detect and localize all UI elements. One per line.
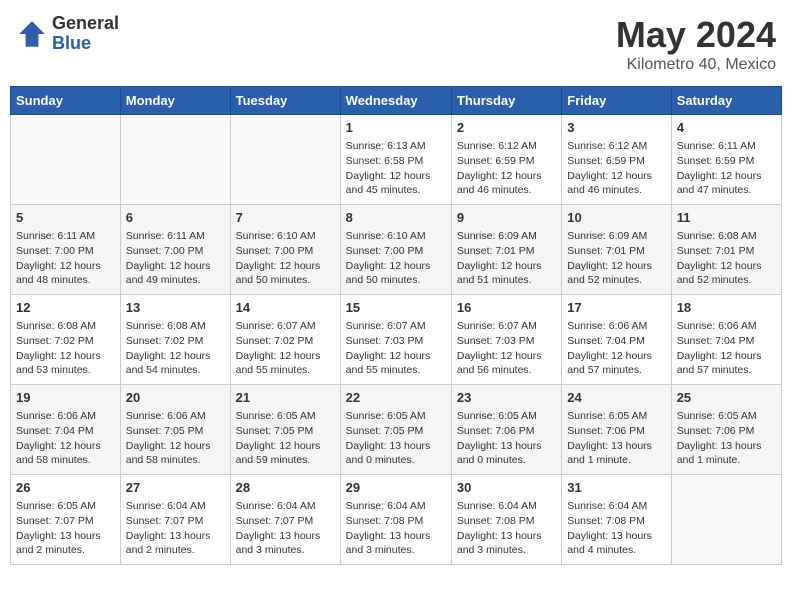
day-23: 23 Sunrise: 6:05 AMSunset: 7:06 PMDaylig…: [451, 385, 561, 475]
header-sunday: Sunday: [11, 87, 121, 115]
day-7: 7 Sunrise: 6:10 AMSunset: 7:00 PMDayligh…: [230, 205, 340, 295]
logo-general-text: General: [52, 14, 119, 34]
day-number-11: 11: [677, 209, 776, 227]
day-number-2: 2: [457, 119, 556, 137]
day-6: 6 Sunrise: 6:11 AMSunset: 7:00 PMDayligh…: [120, 205, 230, 295]
day-15: 15 Sunrise: 6:07 AMSunset: 7:03 PMDaylig…: [340, 295, 451, 385]
empty-cell: [230, 115, 340, 205]
day-1: 1 Sunrise: 6:13 AMSunset: 6:58 PMDayligh…: [340, 115, 451, 205]
day-9: 9 Sunrise: 6:09 AMSunset: 7:01 PMDayligh…: [451, 205, 561, 295]
calendar-row-1: 1 Sunrise: 6:13 AMSunset: 6:58 PMDayligh…: [11, 115, 782, 205]
header-thursday: Thursday: [451, 87, 561, 115]
day-number-31: 31: [567, 479, 665, 497]
calendar-row-5: 26 Sunrise: 6:05 AMSunset: 7:07 PMDaylig…: [11, 475, 782, 565]
day-number-17: 17: [567, 299, 665, 317]
day-27: 27 Sunrise: 6:04 AMSunset: 7:07 PMDaylig…: [120, 475, 230, 565]
day-8: 8 Sunrise: 6:10 AMSunset: 7:00 PMDayligh…: [340, 205, 451, 295]
logo-text: General Blue: [52, 14, 119, 54]
day-26: 26 Sunrise: 6:05 AMSunset: 7:07 PMDaylig…: [11, 475, 121, 565]
day-number-29: 29: [346, 479, 446, 497]
calendar-row-3: 12 Sunrise: 6:08 AMSunset: 7:02 PMDaylig…: [11, 295, 782, 385]
empty-cell: [120, 115, 230, 205]
day-number-10: 10: [567, 209, 665, 227]
day-number-13: 13: [126, 299, 225, 317]
day-3: 3 Sunrise: 6:12 AMSunset: 6:59 PMDayligh…: [562, 115, 671, 205]
day-29: 29 Sunrise: 6:04 AMSunset: 7:08 PMDaylig…: [340, 475, 451, 565]
day-number-25: 25: [677, 389, 776, 407]
weekday-header-row: Sunday Monday Tuesday Wednesday Thursday…: [11, 87, 782, 115]
day-20: 20 Sunrise: 6:06 AMSunset: 7:05 PMDaylig…: [120, 385, 230, 475]
day-number-19: 19: [16, 389, 115, 407]
day-31: 31 Sunrise: 6:04 AMSunset: 7:08 PMDaylig…: [562, 475, 671, 565]
title-block: May 2024 Kilometro 40, Mexico: [616, 14, 776, 74]
day-10: 10 Sunrise: 6:09 AMSunset: 7:01 PMDaylig…: [562, 205, 671, 295]
empty-cell: [11, 115, 121, 205]
day-11: 11 Sunrise: 6:08 AMSunset: 7:01 PMDaylig…: [671, 205, 781, 295]
day-21: 21 Sunrise: 6:05 AMSunset: 7:05 PMDaylig…: [230, 385, 340, 475]
logo-blue-text: Blue: [52, 34, 119, 54]
day-number-1: 1: [346, 119, 446, 137]
day-28: 28 Sunrise: 6:04 AMSunset: 7:07 PMDaylig…: [230, 475, 340, 565]
calendar-row-4: 19 Sunrise: 6:06 AMSunset: 7:04 PMDaylig…: [11, 385, 782, 475]
logo-icon: [16, 18, 48, 50]
day-number-8: 8: [346, 209, 446, 227]
day-number-23: 23: [457, 389, 556, 407]
header-friday: Friday: [562, 87, 671, 115]
day-number-21: 21: [236, 389, 335, 407]
day-number-6: 6: [126, 209, 225, 227]
header-monday: Monday: [120, 87, 230, 115]
day-13: 13 Sunrise: 6:08 AMSunset: 7:02 PMDaylig…: [120, 295, 230, 385]
day-24: 24 Sunrise: 6:05 AMSunset: 7:06 PMDaylig…: [562, 385, 671, 475]
day-number-15: 15: [346, 299, 446, 317]
day-number-30: 30: [457, 479, 556, 497]
logo: General Blue: [16, 14, 119, 54]
day-number-14: 14: [236, 299, 335, 317]
day-number-7: 7: [236, 209, 335, 227]
day-5: 5 Sunrise: 6:11 AMSunset: 7:00 PMDayligh…: [11, 205, 121, 295]
calendar-title: May 2024: [616, 14, 776, 56]
day-22: 22 Sunrise: 6:05 AMSunset: 7:05 PMDaylig…: [340, 385, 451, 475]
header-wednesday: Wednesday: [340, 87, 451, 115]
day-18: 18 Sunrise: 6:06 AMSunset: 7:04 PMDaylig…: [671, 295, 781, 385]
day-4: 4 Sunrise: 6:11 AMSunset: 6:59 PMDayligh…: [671, 115, 781, 205]
day-number-28: 28: [236, 479, 335, 497]
day-30: 30 Sunrise: 6:04 AMSunset: 7:08 PMDaylig…: [451, 475, 561, 565]
day-number-12: 12: [16, 299, 115, 317]
day-25: 25 Sunrise: 6:05 AMSunset: 7:06 PMDaylig…: [671, 385, 781, 475]
empty-cell: [671, 475, 781, 565]
day-2: 2 Sunrise: 6:12 AMSunset: 6:59 PMDayligh…: [451, 115, 561, 205]
page-header: General Blue May 2024 Kilometro 40, Mexi…: [10, 10, 782, 78]
calendar-location: Kilometro 40, Mexico: [616, 56, 776, 74]
day-number-27: 27: [126, 479, 225, 497]
calendar-row-2: 5 Sunrise: 6:11 AMSunset: 7:00 PMDayligh…: [11, 205, 782, 295]
day-number-24: 24: [567, 389, 665, 407]
day-16: 16 Sunrise: 6:07 AMSunset: 7:03 PMDaylig…: [451, 295, 561, 385]
day-number-9: 9: [457, 209, 556, 227]
day-number-4: 4: [677, 119, 776, 137]
day-12: 12 Sunrise: 6:08 AMSunset: 7:02 PMDaylig…: [11, 295, 121, 385]
day-number-3: 3: [567, 119, 665, 137]
day-number-26: 26: [16, 479, 115, 497]
day-number-20: 20: [126, 389, 225, 407]
day-19: 19 Sunrise: 6:06 AMSunset: 7:04 PMDaylig…: [11, 385, 121, 475]
header-saturday: Saturday: [671, 87, 781, 115]
day-number-18: 18: [677, 299, 776, 317]
day-number-16: 16: [457, 299, 556, 317]
day-number-22: 22: [346, 389, 446, 407]
day-17: 17 Sunrise: 6:06 AMSunset: 7:04 PMDaylig…: [562, 295, 671, 385]
header-tuesday: Tuesday: [230, 87, 340, 115]
day-number-5: 5: [16, 209, 115, 227]
day-14: 14 Sunrise: 6:07 AMSunset: 7:02 PMDaylig…: [230, 295, 340, 385]
calendar-table: Sunday Monday Tuesday Wednesday Thursday…: [10, 86, 782, 565]
